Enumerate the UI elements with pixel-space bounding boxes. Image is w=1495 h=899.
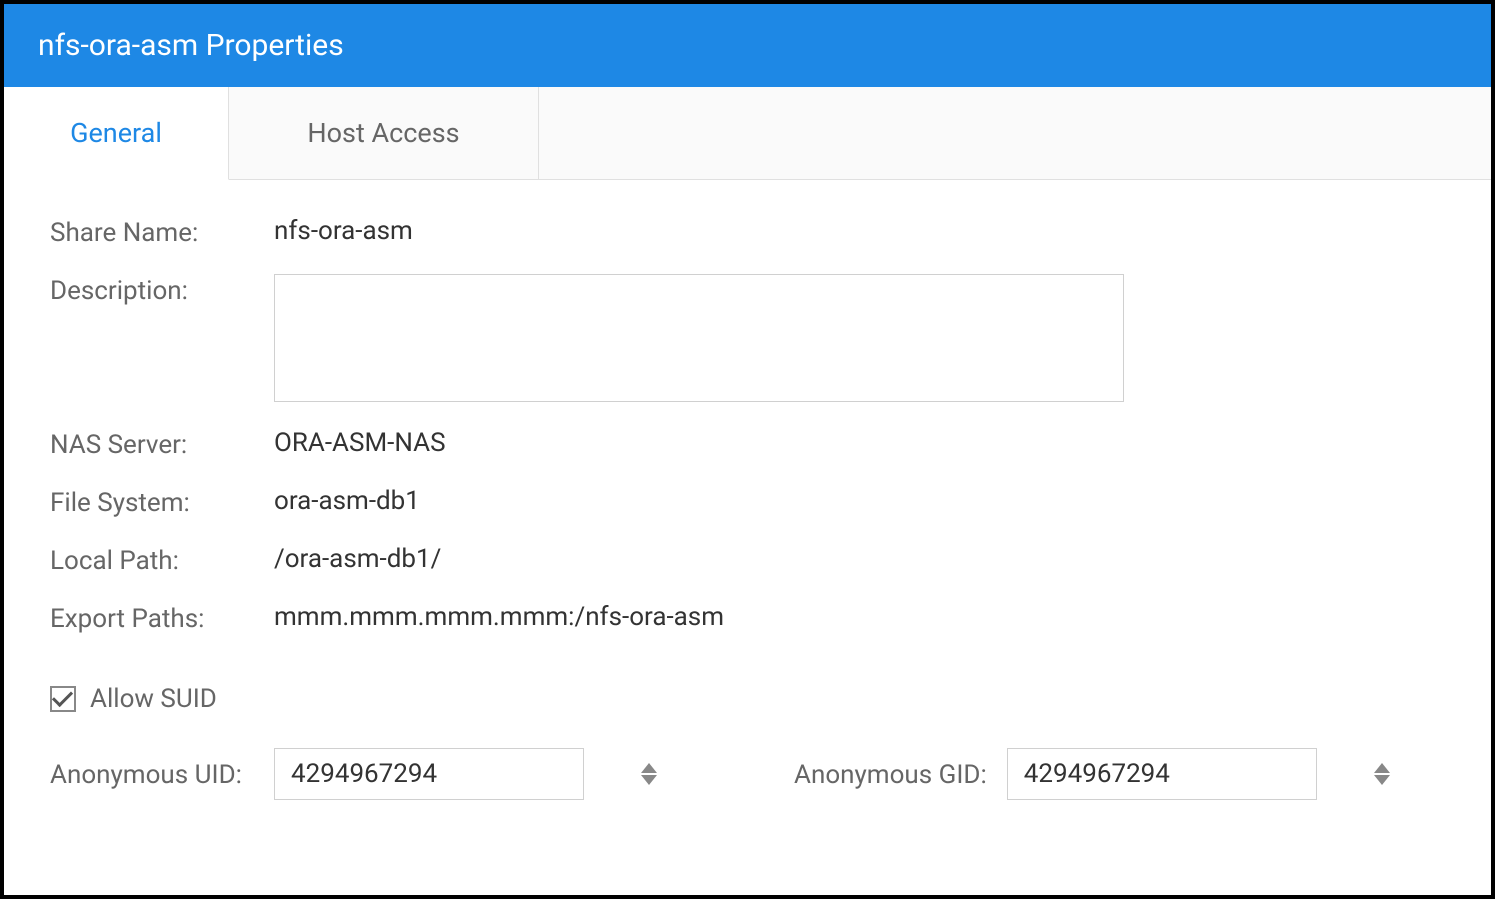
uid-spinner-buttons [641, 763, 667, 785]
dialog-header: nfs-ora-asm Properties [4, 4, 1491, 87]
row-description: Description: [50, 274, 1445, 402]
anonymous-uid-spinner [274, 748, 584, 800]
dialog-title: nfs-ora-asm Properties [38, 28, 344, 63]
value-file-system: ora-asm-db1 [274, 486, 420, 516]
label-file-system: File System: [50, 486, 274, 518]
row-anonymous-ids: Anonymous UID: Anonymous GID: [50, 748, 1445, 800]
anonymous-uid-input[interactable] [275, 759, 641, 789]
row-nas-server: NAS Server: ORA-ASM-NAS [50, 428, 1445, 460]
row-allow-suid: Allow SUID [50, 684, 1445, 714]
uid-increment-icon[interactable] [641, 763, 657, 773]
tab-bar: General Host Access [4, 87, 1491, 180]
tab-general[interactable]: General [4, 87, 229, 180]
value-share-name: nfs-ora-asm [274, 216, 413, 246]
row-file-system: File System: ora-asm-db1 [50, 486, 1445, 518]
label-allow-suid: Allow SUID [90, 684, 217, 714]
description-input[interactable] [274, 274, 1124, 402]
gid-decrement-icon[interactable] [1374, 775, 1390, 785]
allow-suid-checkbox[interactable] [50, 686, 76, 712]
label-anonymous-gid: Anonymous GID: [794, 758, 987, 790]
label-description: Description: [50, 274, 274, 306]
group-anonymous-uid: Anonymous UID: [50, 748, 584, 800]
row-local-path: Local Path: /ora-asm-db1/ [50, 544, 1445, 576]
row-export-paths: Export Paths: mmm.mmm.mmm.mmm:/nfs-ora-a… [50, 602, 1445, 634]
label-nas-server: NAS Server: [50, 428, 274, 460]
label-anonymous-uid: Anonymous UID: [50, 758, 274, 790]
value-nas-server: ORA-ASM-NAS [274, 428, 446, 458]
group-anonymous-gid: Anonymous GID: [794, 748, 1317, 800]
anonymous-gid-input[interactable] [1008, 759, 1374, 789]
label-export-paths: Export Paths: [50, 602, 274, 634]
content-panel: Share Name: nfs-ora-asm Description: NAS… [4, 180, 1491, 836]
value-export-paths: mmm.mmm.mmm.mmm:/nfs-ora-asm [274, 602, 724, 632]
label-local-path: Local Path: [50, 544, 274, 576]
label-share-name: Share Name: [50, 216, 274, 248]
gid-spinner-buttons [1374, 763, 1400, 785]
tab-host-access[interactable]: Host Access [229, 87, 539, 179]
anonymous-gid-spinner [1007, 748, 1317, 800]
uid-decrement-icon[interactable] [641, 775, 657, 785]
row-share-name: Share Name: nfs-ora-asm [50, 216, 1445, 248]
value-local-path: /ora-asm-db1/ [274, 544, 441, 574]
gid-increment-icon[interactable] [1374, 763, 1390, 773]
